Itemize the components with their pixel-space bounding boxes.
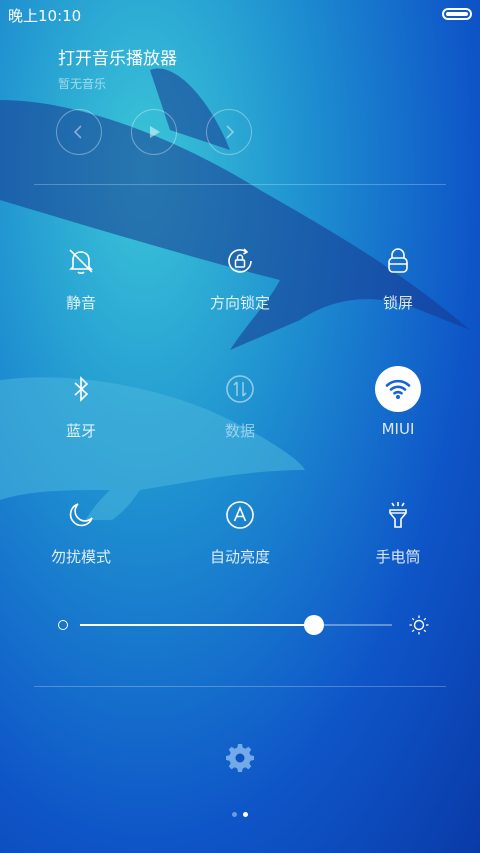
play-icon bbox=[150, 126, 160, 138]
music-subtitle: 暂无音乐 bbox=[58, 77, 107, 91]
mobile-data-icon bbox=[226, 375, 254, 403]
music-title[interactable]: 打开音乐播放器 bbox=[58, 44, 177, 69]
toggle-rotation-lock[interactable]: 方向锁定 bbox=[170, 238, 310, 318]
moon-icon bbox=[69, 503, 93, 527]
page-indicator bbox=[230, 812, 250, 820]
gear-icon[interactable] bbox=[224, 742, 256, 774]
chevron-left-icon bbox=[73, 125, 82, 139]
slider-track[interactable] bbox=[80, 615, 392, 635]
toggle-label: MIUI bbox=[381, 420, 415, 438]
status-bar: 晚上10:10 bbox=[0, 0, 480, 28]
lock-icon bbox=[388, 248, 408, 273]
auto-brightness-icon bbox=[226, 501, 254, 529]
play-button[interactable] bbox=[131, 109, 177, 155]
toggle-label: 方向锁定 bbox=[209, 294, 270, 312]
toggle-label: 静音 bbox=[65, 294, 96, 312]
toggle-label: 数据 bbox=[224, 422, 255, 440]
page-dot bbox=[232, 812, 237, 817]
previous-button[interactable] bbox=[56, 109, 102, 155]
slider-fill bbox=[80, 624, 314, 626]
toggle-auto-brightness[interactable]: 自动亮度 bbox=[170, 492, 310, 572]
page-dot-current bbox=[243, 812, 248, 817]
toggle-label: 锁屏 bbox=[382, 294, 413, 312]
brightness-high-icon bbox=[409, 615, 429, 635]
toggle-mobile-data[interactable]: 数据 bbox=[170, 366, 310, 446]
bell-off-icon bbox=[69, 249, 93, 274]
toggle-bluetooth[interactable]: 蓝牙 bbox=[11, 366, 151, 446]
music-widget[interactable]: 打开音乐播放器 暂无音乐 bbox=[58, 44, 177, 92]
divider-top bbox=[34, 184, 446, 185]
toggle-label: 蓝牙 bbox=[65, 422, 96, 440]
slider-thumb[interactable] bbox=[304, 615, 324, 635]
toggle-label: 勿扰模式 bbox=[50, 548, 111, 566]
media-controls bbox=[56, 109, 256, 159]
brightness-low-icon bbox=[58, 620, 68, 630]
battery-icon bbox=[442, 8, 472, 20]
wifi-icon bbox=[385, 379, 411, 399]
toggle-label: 自动亮度 bbox=[209, 548, 270, 566]
toggle-flashlight[interactable]: 手电筒 bbox=[328, 492, 468, 572]
flashlight-icon bbox=[389, 502, 407, 528]
bluetooth-icon bbox=[74, 376, 89, 402]
toggle-lock-screen[interactable]: 锁屏 bbox=[328, 238, 468, 318]
toggle-label: 手电筒 bbox=[375, 548, 421, 566]
toggle-wifi[interactable]: MIUI bbox=[328, 366, 468, 446]
brightness-slider[interactable] bbox=[56, 612, 429, 638]
divider-bottom bbox=[34, 686, 446, 687]
toggle-silent[interactable]: 静音 bbox=[11, 238, 151, 318]
next-button[interactable] bbox=[206, 109, 252, 155]
toggle-do-not-disturb[interactable]: 勿扰模式 bbox=[11, 492, 151, 572]
status-time: 晚上10:10 bbox=[8, 7, 82, 25]
chevron-right-icon bbox=[226, 125, 235, 139]
rotation-lock-icon bbox=[228, 248, 252, 273]
